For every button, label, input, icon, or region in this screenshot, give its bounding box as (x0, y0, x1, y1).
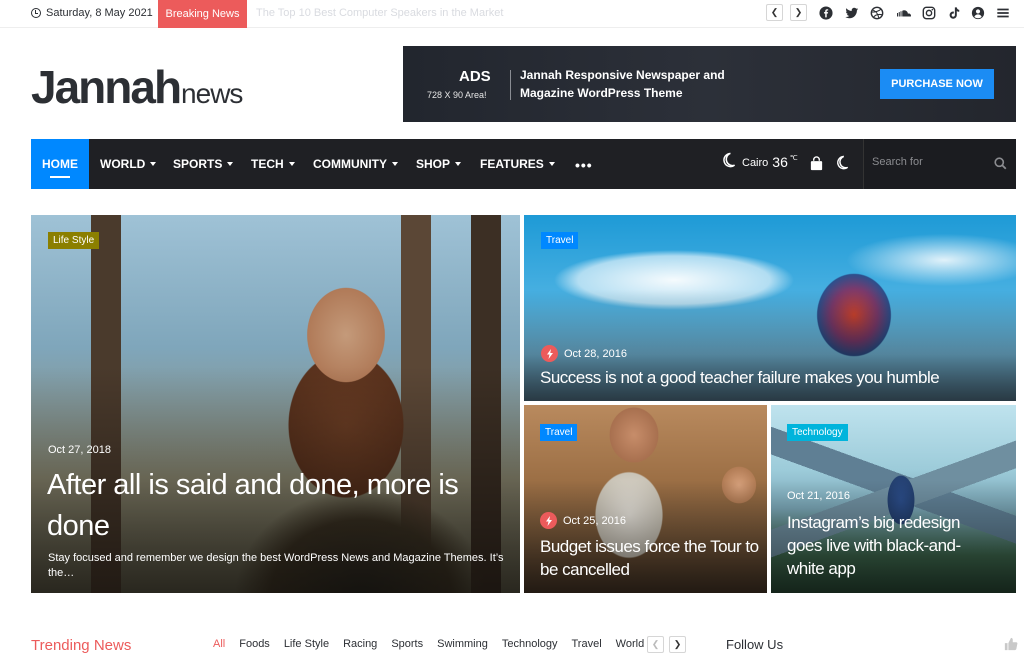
category-badge[interactable]: Travel (541, 232, 579, 249)
caret-down-icon (288, 162, 295, 166)
filter-tab-sports[interactable]: Sports (391, 638, 423, 650)
nav-item-community[interactable]: COMMUNITY (313, 139, 398, 189)
nav-item-sports[interactable]: SPORTS (173, 139, 234, 189)
dribbble-icon[interactable] (869, 4, 885, 21)
bolt-icon (540, 512, 557, 529)
clock-icon (31, 8, 41, 18)
post-meta: Oct 21, 2016 (787, 490, 850, 502)
weather-widget: Cairo 36 ℃ (721, 151, 798, 170)
category-badge[interactable]: Technology (787, 424, 848, 441)
logo-sub-text: news (181, 78, 243, 109)
top-bar: Saturday, 8 May 2021 Breaking News The T… (0, 0, 1024, 28)
category-badge[interactable]: Life Style (48, 232, 100, 249)
featured-post-bottom-right[interactable]: Technology Oct 21, 2016 Instagram’s big … (771, 405, 1016, 593)
trending-prev-button[interactable]: ❮ (647, 636, 664, 653)
post-excerpt: Stay focused and remember we design the … (48, 552, 504, 579)
date-text: Saturday, 8 May 2021 (46, 7, 153, 19)
post-meta: Oct 28, 2016 (541, 345, 627, 362)
trending-next-button[interactable]: ❯ (669, 636, 686, 653)
breaking-news-headline[interactable]: The Top 10 Best Computer Speakers in the… (256, 7, 503, 19)
filter-tab-travel[interactable]: Travel (572, 638, 602, 650)
caret-down-icon (227, 162, 234, 166)
nav-item-label: WORLD (100, 157, 146, 171)
nav-item-features[interactable]: FEATURES (480, 139, 555, 189)
ad-size: 728 X 90 Area! (427, 90, 487, 100)
ad-title: ADS (459, 68, 491, 85)
post-date: Oct 25, 2016 (563, 514, 626, 527)
nav-item-label: HOME (42, 157, 78, 171)
weather-city: Cairo (742, 156, 769, 169)
main-nav: HOME WORLD SPORTS TECH COMMUNITY SHOP FE… (31, 139, 1016, 189)
category-badge[interactable]: Travel (540, 424, 578, 441)
breaking-next-button[interactable]: ❯ (790, 4, 807, 21)
featured-post-bottom-middle[interactable]: Travel Oct 25, 2016 Budget issues force … (524, 405, 767, 593)
logo-main-text: Jannah (31, 61, 182, 113)
filter-tab-world[interactable]: World (616, 638, 645, 650)
caret-down-icon (455, 162, 462, 166)
instagram-icon[interactable] (921, 4, 937, 21)
post-date: Oct 27, 2018 (48, 444, 111, 456)
current-date: Saturday, 8 May 2021 (31, 7, 153, 19)
nav-item-shop[interactable]: SHOP (416, 139, 462, 189)
post-date: Oct 21, 2016 (787, 490, 850, 502)
search-input[interactable] (872, 156, 982, 168)
filter-tab-technology[interactable]: Technology (502, 638, 558, 650)
menu-icon[interactable] (995, 4, 1011, 21)
filter-tab-all[interactable]: All (213, 638, 225, 650)
ad-description: Jannah Responsive Newspaper and Magazine… (520, 68, 725, 100)
breaking-news-label: Breaking News (158, 0, 247, 28)
twitter-icon[interactable] (844, 4, 860, 21)
nav-item-label: SPORTS (173, 157, 223, 171)
caret-down-icon (548, 162, 555, 166)
caret-down-icon (392, 162, 398, 166)
filter-tab-swimming[interactable]: Swimming (437, 638, 488, 650)
purchase-now-button[interactable]: PURCHASE NOW (880, 69, 994, 99)
shopping-bag-icon[interactable] (809, 156, 824, 171)
post-title[interactable]: Instagram’s big redesign goes live with … (787, 511, 987, 580)
nav-item-home[interactable]: HOME (31, 139, 89, 189)
nav-item-tech[interactable]: TECH (251, 139, 295, 189)
filter-tab-racing[interactable]: Racing (343, 638, 377, 650)
user-icon[interactable] (970, 4, 986, 21)
trending-filter-tabs: All Foods Life Style Racing Sports Swimm… (213, 638, 644, 650)
featured-post-main[interactable]: Life Style Oct 27, 2018 After all is sai… (31, 215, 520, 593)
weather-unit: ℃ (789, 154, 798, 162)
soundcloud-icon[interactable] (894, 4, 914, 21)
post-date: Oct 28, 2016 (564, 347, 627, 360)
tiktok-icon[interactable] (946, 4, 962, 21)
nav-search (863, 139, 1016, 189)
post-meta: Oct 27, 2018 (48, 444, 111, 456)
nav-item-label: SHOP (416, 157, 451, 171)
nav-item-label: FEATURES (480, 157, 544, 171)
bolt-icon (541, 345, 558, 362)
trending-news-title: Trending News (31, 637, 132, 654)
post-meta: Oct 25, 2016 (540, 512, 626, 529)
facebook-icon[interactable] (818, 4, 834, 21)
moon-icon (723, 152, 736, 168)
post-title[interactable]: After all is said and done, more is done (47, 465, 487, 547)
dark-mode-toggle-icon[interactable] (835, 155, 849, 171)
filter-tab-foods[interactable]: Foods (239, 638, 270, 650)
ad-banner[interactable]: ADS 728 X 90 Area! Jannah Responsive New… (403, 46, 1016, 122)
post-title[interactable]: Budget issues force the Tour to be cance… (540, 535, 760, 581)
ad-divider (510, 70, 511, 100)
caret-down-icon (150, 162, 157, 166)
search-icon[interactable] (994, 157, 1007, 170)
featured-post-top-right[interactable]: Travel Oct 28, 2016 Success is not a goo… (524, 215, 1016, 401)
more-menu-button[interactable]: ••• (575, 157, 593, 173)
nav-item-world[interactable]: WORLD (100, 139, 157, 189)
nav-item-label: TECH (251, 157, 284, 171)
post-title[interactable]: Success is not a good teacher failure ma… (540, 367, 1010, 389)
weather-temperature: 36 (772, 154, 788, 170)
follow-us-title: Follow Us (726, 637, 784, 652)
filter-tab-life-style[interactable]: Life Style (284, 638, 329, 650)
thumbs-up-icon (1004, 637, 1018, 651)
site-logo[interactable]: Jannah news (31, 60, 243, 113)
nav-item-label: COMMUNITY (313, 157, 387, 171)
breaking-prev-button[interactable]: ❮ (766, 4, 783, 21)
